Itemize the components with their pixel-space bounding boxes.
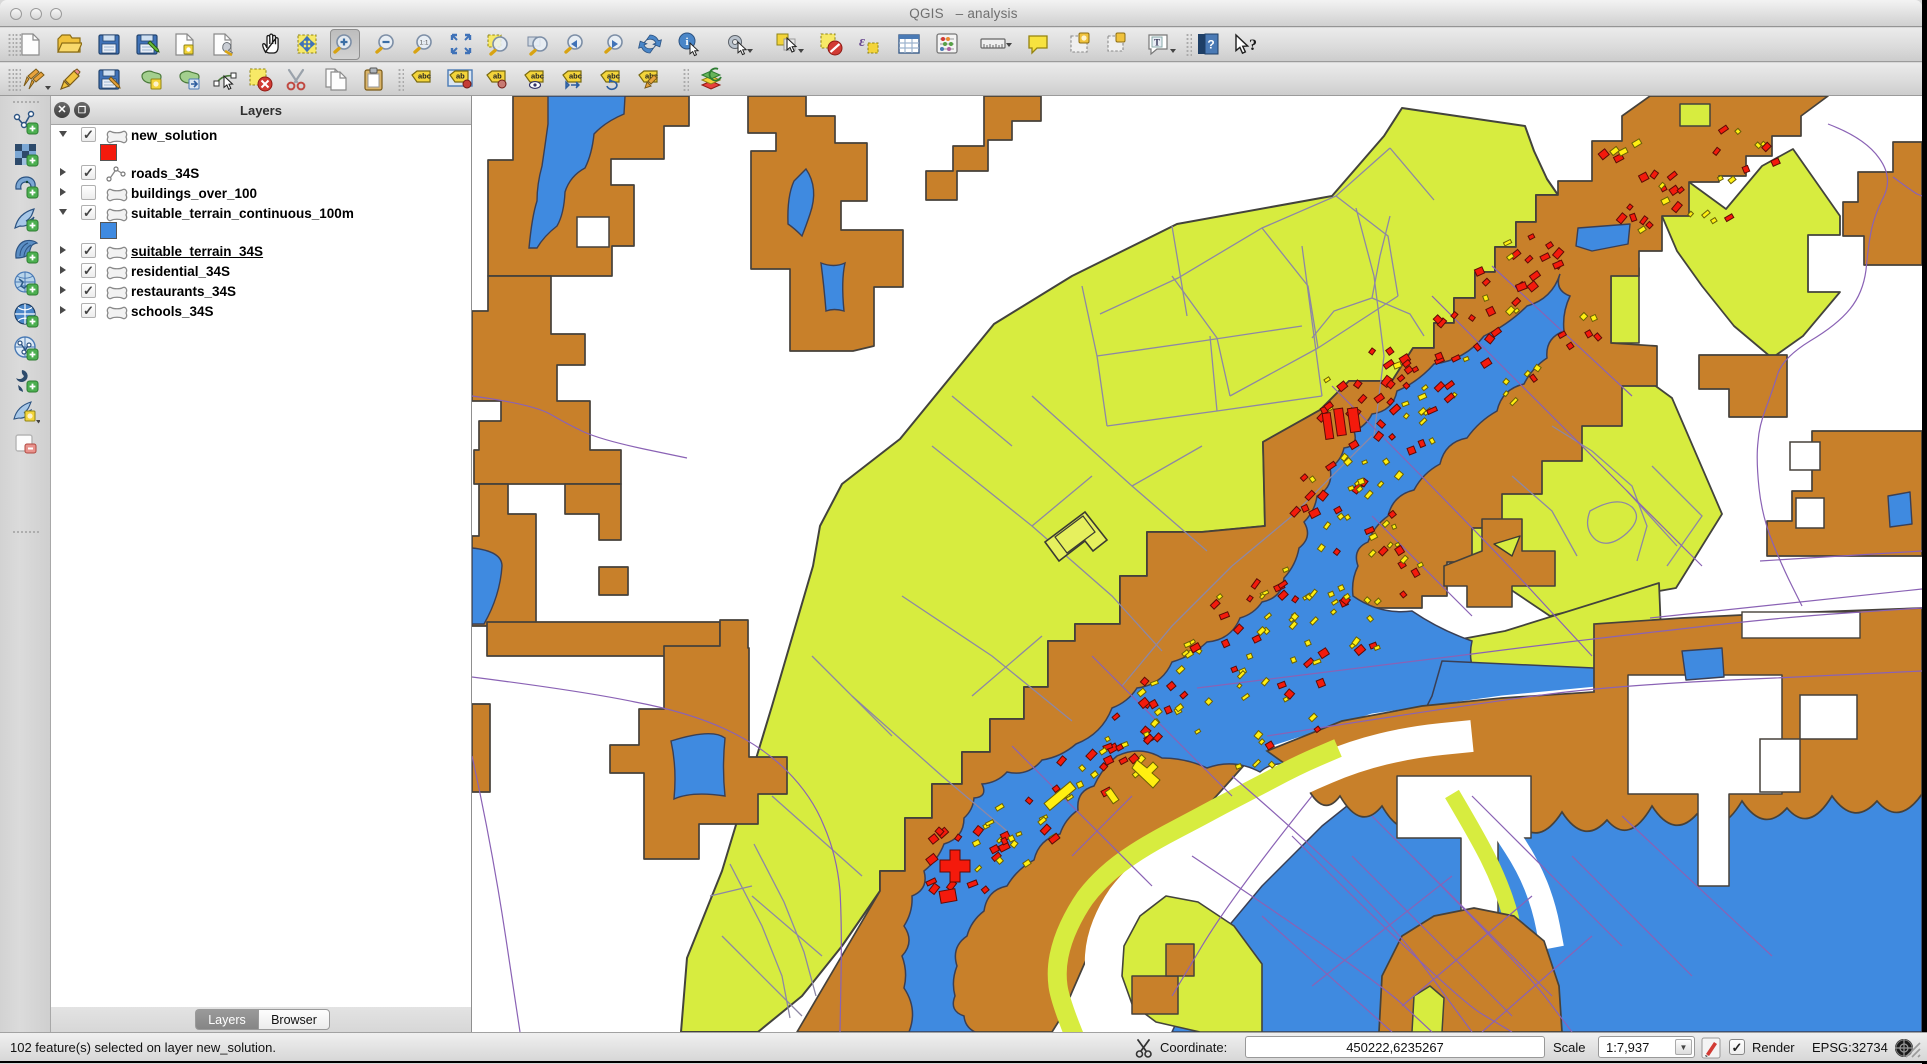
- svg-text:ε: ε: [859, 34, 866, 50]
- svg-text:ab: ab: [493, 72, 502, 81]
- svg-text:T: T: [1154, 38, 1160, 48]
- svg-text:i: i: [685, 36, 688, 48]
- svg-text:?: ?: [1249, 37, 1257, 54]
- svg-text:1:1: 1:1: [419, 40, 428, 47]
- svg-text:abc: abc: [531, 72, 544, 81]
- svg-text:abc: abc: [607, 72, 620, 81]
- svg-text:ab: ab: [456, 72, 465, 81]
- svg-text:?: ?: [1207, 38, 1214, 52]
- svg-text:abc: abc: [418, 72, 431, 81]
- svg-text:abc: abc: [569, 72, 582, 81]
